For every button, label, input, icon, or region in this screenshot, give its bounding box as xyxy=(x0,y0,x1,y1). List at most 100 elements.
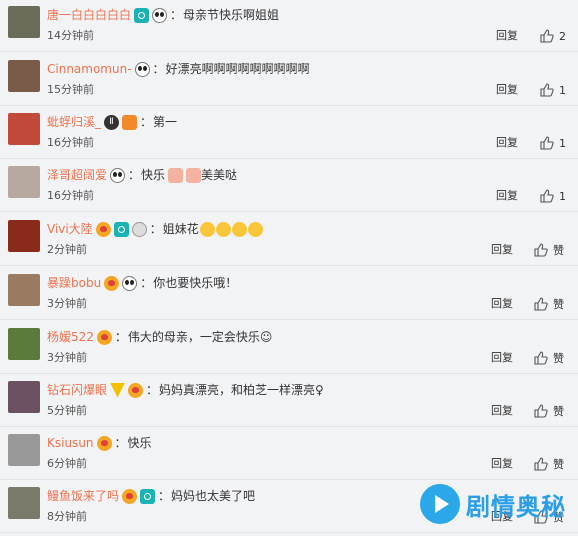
panda-badge-icon xyxy=(110,167,126,183)
reply-button[interactable]: 回复 xyxy=(496,82,518,98)
comment-line: 泽哥超阔爱 ：快乐 美美哒 xyxy=(47,165,237,185)
reply-button[interactable]: 回复 xyxy=(491,350,513,366)
comment-time: 14分钟前 xyxy=(47,29,94,42)
sticker-emoji-icon xyxy=(186,167,202,183)
heart-badge-icon xyxy=(96,435,112,451)
comment-time: 3分钟前 xyxy=(47,297,87,310)
comment-row: Vivi大陸 ：姐妹花 2分钟前 回复 赞 xyxy=(0,214,578,266)
reply-button[interactable]: 回复 xyxy=(491,296,513,312)
like-count: 1 xyxy=(559,136,566,150)
like-count: 赞 xyxy=(553,458,564,471)
like-button[interactable]: 赞 xyxy=(534,402,564,420)
comment-time: 16分钟前 xyxy=(47,136,94,149)
heart-badge-icon xyxy=(95,221,111,237)
avatar[interactable] xyxy=(8,274,40,306)
avatar[interactable] xyxy=(8,381,40,413)
heart-badge-icon xyxy=(128,382,144,398)
like-count: 赞 xyxy=(553,298,564,311)
gold-badge-icon xyxy=(110,382,126,398)
heart-badge-icon xyxy=(96,329,112,345)
comment-separator: ： xyxy=(128,168,141,182)
username-link[interactable]: Vivi大陸 xyxy=(47,219,93,239)
reply-button[interactable]: 回复 xyxy=(496,28,518,44)
thumbs-up-icon xyxy=(534,457,548,471)
thumbs-up-icon xyxy=(534,404,548,418)
avatar-image xyxy=(8,166,40,198)
reply-button[interactable]: 回复 xyxy=(496,188,518,204)
smile-emoji-icon xyxy=(231,221,247,237)
smile-emoji-icon xyxy=(199,221,215,237)
comment-separator: ： xyxy=(140,276,153,290)
username-link[interactable]: 暴躁bobu xyxy=(47,273,101,293)
reply-button[interactable]: 回复 xyxy=(491,456,513,472)
avatar-image xyxy=(8,60,40,92)
username-link[interactable]: 杨嫒522 xyxy=(47,327,94,347)
avatar[interactable] xyxy=(8,328,40,360)
avatar[interactable] xyxy=(8,166,40,198)
like-button[interactable]: 赞 xyxy=(534,349,564,367)
avatar[interactable] xyxy=(8,220,40,252)
comment-text: 妈妈也太美了吧 xyxy=(171,489,256,503)
comment-text: 你也要快乐哦！ xyxy=(153,276,238,290)
username-link[interactable]: 蚍蜉归溪_ xyxy=(47,112,101,132)
reply-button[interactable]: 回复 xyxy=(491,403,513,419)
like-button[interactable]: 赞 xyxy=(534,455,564,473)
like-count: 赞 xyxy=(553,352,564,365)
comment-row: 钻石闪爆眼 ：妈妈真漂亮，和柏芝一样漂亮♀ 5分钟前 回复 赞 xyxy=(0,375,578,427)
avatar-image xyxy=(8,328,40,360)
avatar-image xyxy=(8,381,40,413)
avatar[interactable] xyxy=(8,434,40,466)
comment-separator: ： xyxy=(149,222,162,236)
username-link[interactable]: 鳗鱼饭来了吗 xyxy=(47,486,119,506)
username-link[interactable]: 唐一白白白白白 xyxy=(47,5,131,25)
like-button[interactable]: 1 xyxy=(540,81,566,99)
comment-line: Vivi大陸 ：姐妹花 xyxy=(47,219,263,239)
comment-line: 鳗鱼饭来了吗 ：妈妈也太美了吧 xyxy=(47,486,255,506)
like-count: 赞 xyxy=(553,405,564,418)
avatar-image xyxy=(8,274,40,306)
like-button[interactable]: 赞 xyxy=(534,241,564,259)
comment-time: 16分钟前 xyxy=(47,189,94,202)
avatar[interactable] xyxy=(8,60,40,92)
username-link[interactable]: Ksiusun xyxy=(47,433,94,453)
watermark-text: 剧情奥秘 xyxy=(466,492,566,521)
teal-badge-icon xyxy=(134,7,150,23)
panda-badge-icon xyxy=(122,275,138,291)
avatar[interactable] xyxy=(8,113,40,145)
like-button[interactable]: 2 xyxy=(540,27,566,45)
comment-separator: ： xyxy=(114,436,127,450)
like-count: 1 xyxy=(559,83,566,97)
comment-text: 好漂亮啊啊啊啊啊啊啊啊啊 xyxy=(165,62,310,76)
comment-time: 2分钟前 xyxy=(47,243,87,256)
username-link[interactable]: 泽哥超阔爱 xyxy=(47,165,107,185)
avatar[interactable] xyxy=(8,487,40,519)
reply-button[interactable]: 回复 xyxy=(491,242,513,258)
comment-separator: ： xyxy=(146,383,159,397)
avatar[interactable] xyxy=(8,6,40,38)
comment-row: 泽哥超阔爱 ：快乐 美美哒 16分钟前 回复 1 xyxy=(0,160,578,212)
comment-text: 姐妹花 xyxy=(162,222,199,236)
comment-list: 唐一白白白白白：母亲节快乐啊姐姐 14分钟前 回复 2 Cinnamomun-：好漂亮啊… xyxy=(0,0,578,536)
username-link[interactable]: Cinnamomun- xyxy=(47,59,132,79)
comment-line: 钻石闪爆眼 ：妈妈真漂亮，和柏芝一样漂亮♀ xyxy=(47,380,324,400)
like-button[interactable]: 1 xyxy=(540,134,566,152)
play-circle-icon xyxy=(420,484,460,524)
watermark: 剧情奥秘 xyxy=(420,480,566,528)
username-link[interactable]: 钻石闪爆眼 xyxy=(47,380,107,400)
like-button[interactable]: 1 xyxy=(540,187,566,205)
comment-time: 8分钟前 xyxy=(47,510,87,523)
avatar-image xyxy=(8,220,40,252)
reply-button[interactable]: 回复 xyxy=(496,135,518,151)
thumbs-up-icon xyxy=(534,243,548,257)
like-count: 1 xyxy=(559,189,566,203)
thumbs-up-icon xyxy=(540,29,554,43)
comment-row: 暴躁bobu ：你也要快乐哦！ 3分钟前 回复 赞 xyxy=(0,268,578,320)
teal-badge-icon xyxy=(140,488,156,504)
like-button[interactable]: 赞 xyxy=(534,295,564,313)
sticker-emoji-icon xyxy=(168,167,184,183)
heart-badge-icon xyxy=(122,488,138,504)
comment-time: 15分钟前 xyxy=(47,83,94,96)
orange-badge-icon xyxy=(122,114,138,130)
comment-text-continued: 美美哒 xyxy=(201,168,238,182)
comment-row: 蚍蜉归溪_ Ⅱ ：第一 16分钟前 回复 1 xyxy=(0,107,578,159)
